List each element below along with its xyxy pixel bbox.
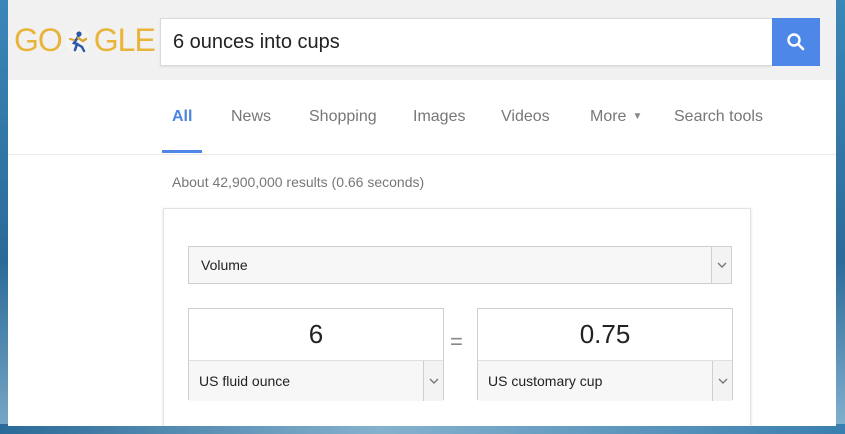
doodle-logo[interactable]: GO GLE [14, 20, 156, 60]
unit-type-select[interactable]: Volume [188, 246, 732, 284]
search-query-text: 6 ounces into cups [173, 31, 340, 53]
logo-text-left: GO [14, 21, 63, 58]
active-tab-indicator [162, 150, 202, 153]
tab-search-tools[interactable]: Search tools [674, 108, 763, 126]
header-bar: GO GLE 6 ounces into cups [8, 0, 836, 80]
tab-videos[interactable]: Videos [501, 108, 550, 126]
to-value-input[interactable]: 0.75 [478, 309, 732, 361]
search-results-page: GO GLE 6 ounces into cups All News Shopp… [8, 0, 836, 426]
chevron-down-icon [711, 247, 731, 283]
from-value-input[interactable]: 6 [189, 309, 443, 361]
tab-news[interactable]: News [231, 108, 271, 126]
result-stats: About 42,900,000 results (0.66 seconds) [172, 174, 425, 190]
tab-images[interactable]: Images [413, 108, 465, 126]
tab-more-label: More [590, 108, 627, 125]
from-unit-select[interactable]: US fluid ounce [189, 361, 443, 401]
chevron-down-icon [423, 361, 443, 401]
search-icon [787, 33, 805, 51]
chevron-down-icon [712, 361, 732, 401]
caret-down-icon: ▼ [632, 111, 643, 123]
from-unit-panel: 6 US fluid ounce [188, 308, 444, 401]
logo-text-right: GLE [93, 21, 156, 58]
tab-shopping[interactable]: Shopping [309, 108, 377, 126]
to-unit-select[interactable]: US customary cup [478, 361, 732, 401]
tab-all[interactable]: All [172, 108, 192, 126]
unit-converter-card: Volume 6 US fluid ounce = 0.75 US custom… [163, 208, 751, 426]
equals-sign: = [450, 329, 463, 354]
search-tabs: All News Shopping Images Videos More ▼ Se… [8, 80, 836, 155]
from-unit-selected: US fluid ounce [199, 373, 291, 389]
search-input[interactable]: 6 ounces into cups [160, 18, 772, 66]
screenshot-frame-right [835, 0, 845, 434]
unit-type-selected: Volume [201, 257, 248, 273]
tab-more[interactable]: More ▼ [590, 108, 642, 126]
doodle-figure-icon [64, 26, 92, 54]
to-unit-selected: US customary cup [488, 373, 603, 389]
search-button[interactable] [772, 18, 820, 66]
to-unit-panel: 0.75 US customary cup [477, 308, 733, 401]
